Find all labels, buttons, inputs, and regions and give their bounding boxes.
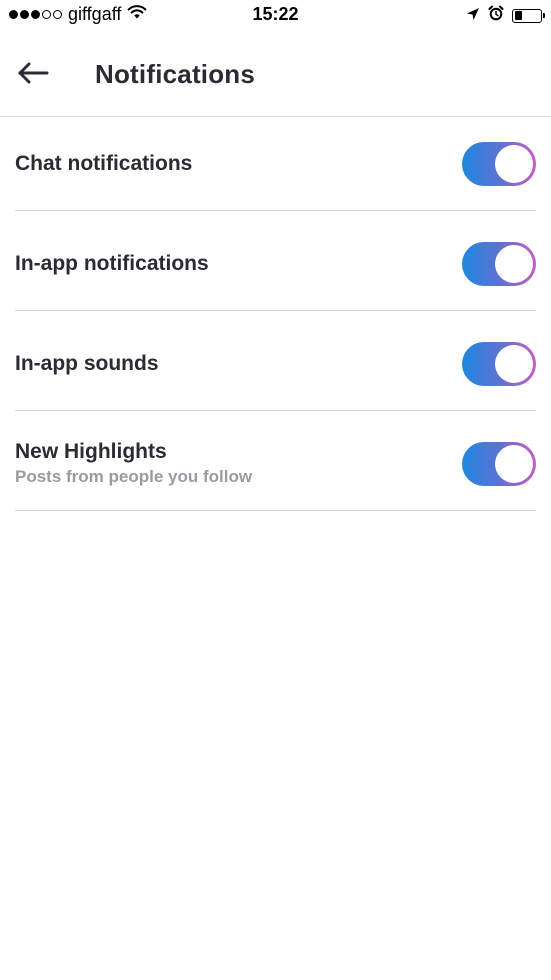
setting-row-in-app-sounds: In-app sounds	[15, 317, 536, 411]
setting-text: Chat notifications	[15, 117, 192, 210]
new-highlights-toggle[interactable]	[462, 441, 536, 486]
header: Notifications	[0, 32, 551, 117]
in-app-notifications-toggle[interactable]	[462, 241, 536, 286]
setting-text: In-app notifications	[15, 217, 209, 310]
setting-sublabel: Posts from people you follow	[15, 467, 253, 486]
back-button[interactable]	[15, 58, 51, 88]
setting-label: New Highlights	[15, 440, 167, 463]
toggle-knob	[495, 444, 533, 483]
setting-text: New Highlights Posts from people you fol…	[15, 417, 252, 510]
status-bar: giffgaff 15:22	[0, 0, 551, 32]
setting-label: In-app sounds	[15, 351, 159, 375]
arrow-left-icon	[18, 62, 49, 84]
alarm-icon	[488, 5, 504, 26]
toggle-knob	[495, 344, 533, 383]
chat-notifications-toggle[interactable]	[462, 141, 536, 186]
setting-label: Chat notifications	[15, 151, 193, 175]
status-right	[466, 5, 545, 26]
battery-level	[514, 11, 522, 20]
in-app-sounds-toggle[interactable]	[462, 341, 536, 386]
setting-label: In-app notifications	[15, 251, 209, 275]
location-arrow-icon	[466, 5, 480, 26]
settings-list: Chat notifications In-app notifications …	[15, 117, 536, 511]
setting-row-new-highlights: New Highlights Posts from people you fol…	[15, 417, 536, 511]
setting-text: In-app sounds	[15, 317, 159, 410]
page-title: Notifications	[95, 59, 256, 89]
toggle-knob	[495, 244, 533, 283]
battery-icon	[512, 8, 545, 23]
setting-row-in-app-notifications: In-app notifications	[15, 217, 536, 311]
toggle-knob	[495, 144, 533, 183]
setting-row-chat-notifications: Chat notifications	[15, 117, 536, 211]
